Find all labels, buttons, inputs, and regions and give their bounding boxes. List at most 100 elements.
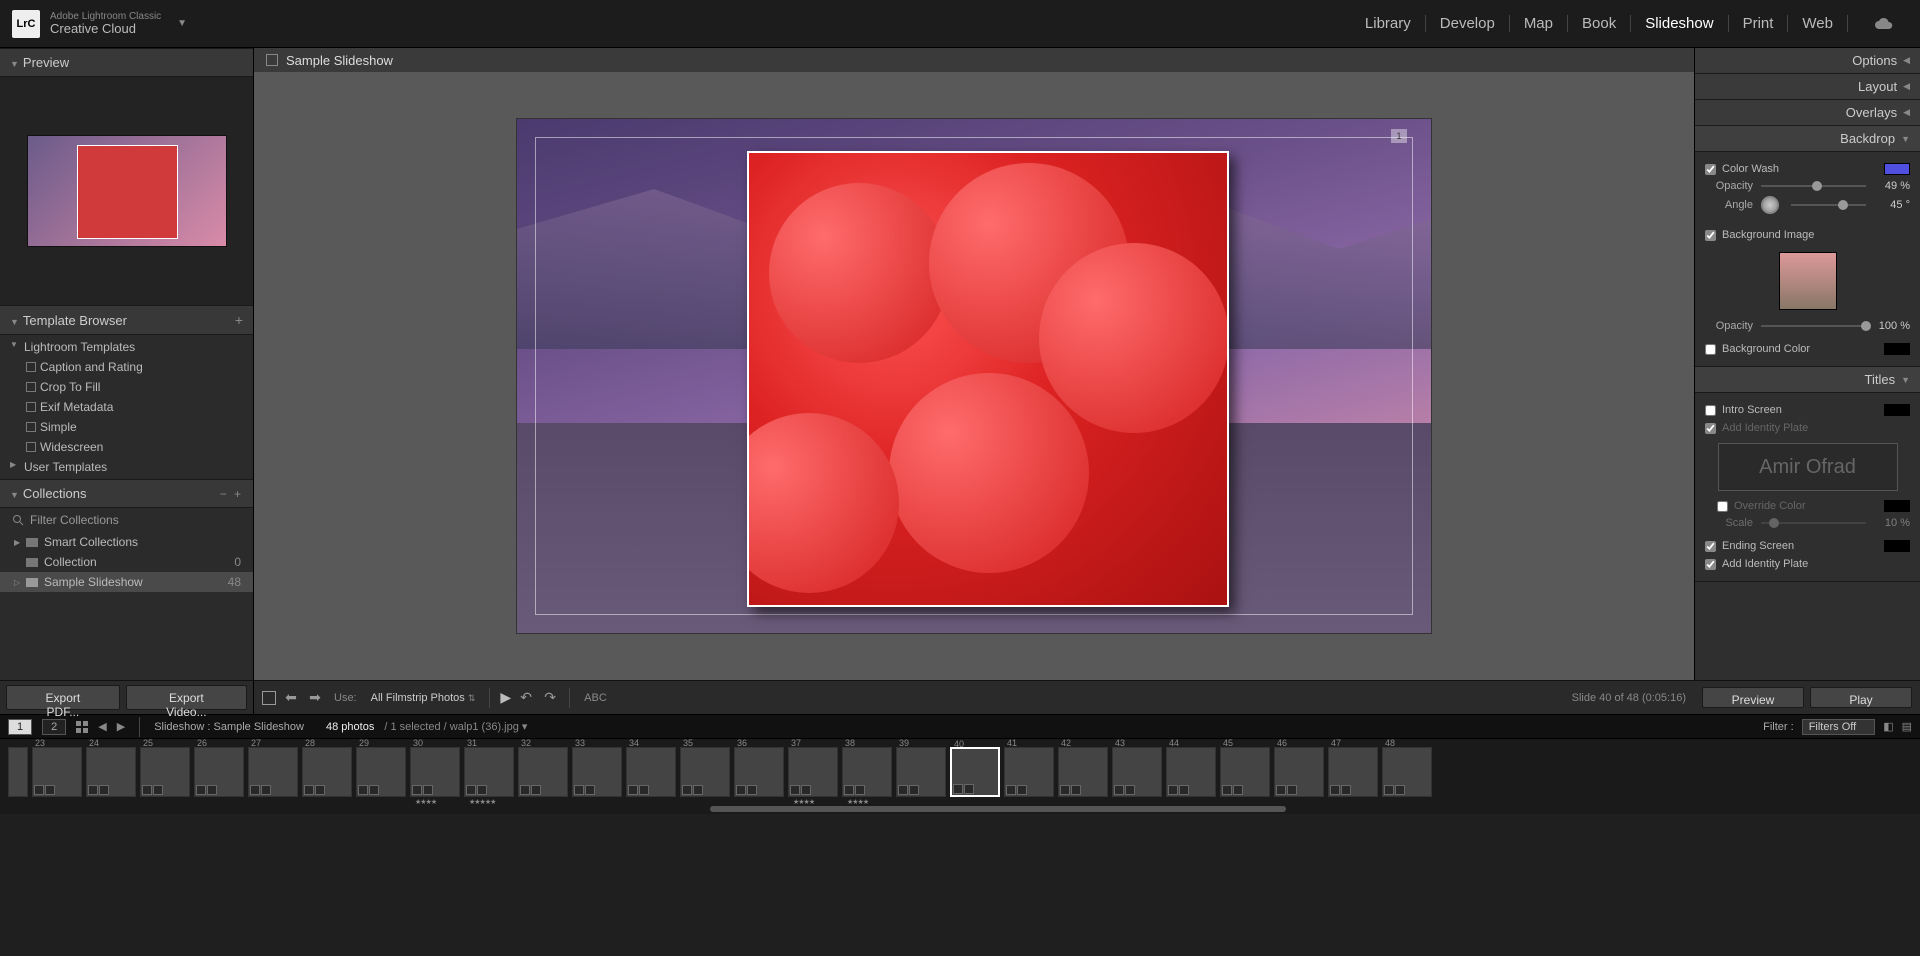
selected-info[interactable]: / 1 selected / walp1 (36).jpg ▾ xyxy=(384,720,527,733)
angle-knob[interactable] xyxy=(1761,196,1779,214)
panel-layout[interactable]: Layout◀ xyxy=(1695,74,1920,100)
bg-opacity-value[interactable]: 100 % xyxy=(1874,320,1910,332)
filmstrip-toggle-icon[interactable]: ▤ xyxy=(1902,720,1912,733)
bg-opacity-slider[interactable] xyxy=(1761,325,1866,327)
scrollbar-thumb[interactable] xyxy=(710,806,1286,812)
filmstrip-thumb[interactable]: 45 xyxy=(1220,747,1270,797)
collection-generic[interactable]: Collection 0 xyxy=(0,552,253,572)
filmstrip-thumb[interactable]: 44 xyxy=(1166,747,1216,797)
angle-slider[interactable] xyxy=(1791,204,1866,206)
brand-text[interactable]: Adobe Lightroom Classic Creative Cloud xyxy=(50,11,161,36)
filmstrip-thumb[interactable]: 32 xyxy=(518,747,568,797)
filter-lock-icon[interactable]: ◧ xyxy=(1883,720,1893,733)
override-color-swatch[interactable] xyxy=(1884,500,1910,512)
filmstrip-thumb[interactable]: 25 xyxy=(140,747,190,797)
opacity-value[interactable]: 49 % xyxy=(1874,180,1910,192)
ending-screen-checkbox[interactable] xyxy=(1705,541,1716,552)
angle-value[interactable]: 45 ° xyxy=(1874,199,1910,211)
panel-options[interactable]: Options◀ xyxy=(1695,48,1920,74)
collection-smart[interactable]: ▶ Smart Collections xyxy=(0,532,253,552)
module-library[interactable]: Library xyxy=(1351,15,1426,32)
filmstrip-thumb[interactable]: 41 xyxy=(1004,747,1054,797)
preview-panel-header[interactable]: ▼Preview xyxy=(0,48,253,77)
module-book[interactable]: Book xyxy=(1568,15,1631,32)
rotate-cw-icon[interactable]: ↷ xyxy=(541,689,559,707)
override-color-checkbox[interactable] xyxy=(1717,501,1728,512)
panel-backdrop[interactable]: Backdrop▼ xyxy=(1695,126,1920,152)
collection-sample-slideshow[interactable]: ▷ Sample Slideshow 48 xyxy=(0,572,253,592)
filmstrip-thumb[interactable]: 24 xyxy=(86,747,136,797)
filmstrip-thumb[interactable]: 39 xyxy=(896,747,946,797)
filmstrip-thumb[interactable]: 35 xyxy=(680,747,730,797)
export-pdf-button[interactable]: Export PDF... xyxy=(6,685,120,710)
filmstrip-scrollbar[interactable] xyxy=(0,804,1920,814)
color-wash-swatch[interactable] xyxy=(1884,163,1910,175)
template-group-lightroom[interactable]: ▼Lightroom Templates xyxy=(0,337,253,357)
filmstrip-thumb[interactable]: 47 xyxy=(1328,747,1378,797)
rotate-ccw-icon[interactable]: ↶ xyxy=(517,689,535,707)
filter-collections-input[interactable]: Filter Collections xyxy=(0,508,253,532)
nav-back-icon[interactable]: ◀ xyxy=(98,720,106,733)
ending-color-swatch[interactable] xyxy=(1884,540,1910,552)
color-wash-row[interactable]: Color Wash xyxy=(1705,160,1910,178)
intro-color-swatch[interactable] xyxy=(1884,404,1910,416)
template-group-user[interactable]: ▶User Templates xyxy=(0,457,253,477)
nav-forward-icon[interactable]: ▶ xyxy=(117,720,125,733)
filmstrip-thumb[interactable]: 34 xyxy=(626,747,676,797)
preview-thumbnail[interactable] xyxy=(27,135,227,247)
brand-caret-icon[interactable]: ▼ xyxy=(177,18,187,29)
add-identity-checkbox-2[interactable] xyxy=(1705,559,1716,570)
filmstrip-thumb[interactable]: 29 xyxy=(356,747,406,797)
filmstrip-thumb[interactable]: 30★★★★ xyxy=(410,747,460,797)
template-exif-metadata[interactable]: Exif Metadata xyxy=(0,397,253,417)
slide-main-image[interactable] xyxy=(747,151,1229,607)
monitor-1-button[interactable]: 1 xyxy=(8,719,32,735)
opacity-slider[interactable] xyxy=(1761,185,1866,187)
filmstrip-thumb[interactable]: 48 xyxy=(1382,747,1432,797)
panel-titles[interactable]: Titles▼ xyxy=(1695,367,1920,393)
bg-color-swatch[interactable] xyxy=(1884,343,1910,355)
filmstrip-thumb[interactable]: 43 xyxy=(1112,747,1162,797)
filmstrip-thumb[interactable]: 38★★★★ xyxy=(842,747,892,797)
module-print[interactable]: Print xyxy=(1729,15,1789,32)
panel-overlays[interactable]: Overlays◀ xyxy=(1695,100,1920,126)
bg-color-row[interactable]: Background Color xyxy=(1705,340,1910,358)
filter-dropdown[interactable]: Filters Off xyxy=(1802,719,1875,735)
override-color-row[interactable]: Override Color xyxy=(1705,497,1910,515)
monitor-2-button[interactable]: 2 xyxy=(42,719,66,735)
ending-screen-row[interactable]: Ending Screen xyxy=(1705,537,1910,555)
filmstrip-thumb[interactable]: 37★★★★ xyxy=(788,747,838,797)
abc-text-tool[interactable]: ABC xyxy=(584,692,607,704)
add-identity-row-2[interactable]: Add Identity Plate xyxy=(1705,555,1910,573)
next-slide-icon[interactable]: ➡ xyxy=(306,689,324,707)
collections-header[interactable]: ▼Collections − + xyxy=(0,479,253,508)
scale-value[interactable]: 10 % xyxy=(1874,517,1910,529)
identity-plate[interactable]: Amir Ofrad xyxy=(1718,443,1898,491)
module-develop[interactable]: Develop xyxy=(1426,15,1510,32)
template-browser-header[interactable]: ▼Template Browser + xyxy=(0,305,253,335)
export-video-button[interactable]: Export Video... xyxy=(126,685,247,710)
filmstrip-thumb[interactable]: 42 xyxy=(1058,747,1108,797)
add-identity-checkbox[interactable] xyxy=(1705,423,1716,434)
filmstrip-thumb[interactable]: 31★★★★★ xyxy=(464,747,514,797)
filmstrip-thumb[interactable]: 33 xyxy=(572,747,622,797)
template-crop-to-fill[interactable]: Crop To Fill xyxy=(0,377,253,397)
bg-image-row[interactable]: Background Image xyxy=(1705,226,1910,244)
filmstrip-thumb[interactable]: 28 xyxy=(302,747,352,797)
filmstrip-thumb[interactable]: 27 xyxy=(248,747,298,797)
bg-image-thumbnail[interactable] xyxy=(1779,252,1837,310)
template-caption-rating[interactable]: Caption and Rating xyxy=(0,357,253,377)
play-button[interactable]: Play xyxy=(1810,687,1912,708)
filmstrip-thumb[interactable]: 40 xyxy=(950,747,1000,797)
breadcrumb[interactable]: Slideshow : Sample Slideshow xyxy=(154,721,304,733)
filmstrip-thumb[interactable]: 36 xyxy=(734,747,784,797)
add-identity-row[interactable]: Add Identity Plate xyxy=(1705,419,1910,437)
module-web[interactable]: Web xyxy=(1788,15,1848,32)
intro-screen-row[interactable]: Intro Screen xyxy=(1705,401,1910,419)
scale-slider[interactable] xyxy=(1761,522,1866,524)
filmstrip[interactable]: 2324252627282930★★★★31★★★★★323334353637★… xyxy=(0,738,1920,804)
cloud-sync-icon[interactable] xyxy=(1860,17,1908,31)
intro-screen-checkbox[interactable] xyxy=(1705,405,1716,416)
collections-add-remove-icon[interactable]: − + xyxy=(220,487,243,501)
filmstrip-thumb[interactable]: 46 xyxy=(1274,747,1324,797)
